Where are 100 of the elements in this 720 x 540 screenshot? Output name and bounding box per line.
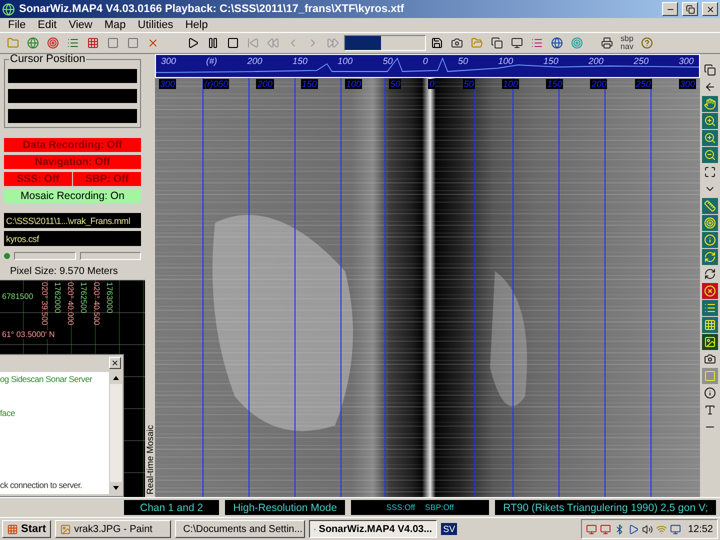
range-label: 250 xyxy=(634,79,652,89)
restore-icon xyxy=(686,4,694,14)
menu-item[interactable]: Edit xyxy=(32,19,63,31)
range-label: 250 xyxy=(632,56,650,66)
printer-icon[interactable] xyxy=(601,37,613,49)
range-label: 50 xyxy=(462,79,475,89)
range-label: 100 xyxy=(497,56,514,66)
status-text: SSS:Off xyxy=(386,503,416,512)
range-label: 50 xyxy=(457,56,470,66)
restore-button[interactable] xyxy=(682,2,698,16)
range-label: 300 xyxy=(678,79,696,89)
range-label: (r)050 xyxy=(203,79,230,89)
save-icon[interactable] xyxy=(431,37,443,49)
file-path-field: kyros.csf xyxy=(4,231,141,246)
scroll-up-icon[interactable] xyxy=(113,376,119,380)
scroll-down-icon[interactable] xyxy=(113,486,119,490)
scrollbar[interactable] xyxy=(109,372,122,494)
menu-item[interactable]: View xyxy=(62,19,98,31)
status-indicator: SBP: Off xyxy=(73,172,141,186)
status-indicator: SSS: Off xyxy=(4,172,72,186)
paint-icon xyxy=(60,524,72,534)
network-icon[interactable] xyxy=(600,524,611,534)
close-icon xyxy=(706,4,714,14)
range-label: 200 xyxy=(246,56,264,66)
menu-item[interactable]: Help xyxy=(179,19,214,31)
square-icon[interactable] xyxy=(107,37,119,49)
range-label: 200 xyxy=(256,79,274,89)
log-line: og Sidescan Sonar Server xyxy=(0,374,94,386)
close-icon xyxy=(111,359,119,367)
language-indicator[interactable]: SV xyxy=(441,523,458,535)
copy-icon[interactable] xyxy=(491,37,503,49)
stop-icon[interactable] xyxy=(227,37,239,49)
range-label: 50 xyxy=(389,79,402,89)
range-label: (#) xyxy=(205,56,218,66)
mosaic-tab[interactable]: Real-time Mosaic xyxy=(145,425,155,495)
grid-label: 020° 40.000 xyxy=(66,282,75,326)
start-button[interactable]: Start xyxy=(2,520,52,538)
file-path-field: C:\SSS\2011\1...\vrak_Frans.mml xyxy=(4,213,141,228)
taskbar-button[interactable]: vrak3.JPG - Paint xyxy=(55,520,172,538)
grid-label: 61° 03.5000' N xyxy=(2,330,55,339)
close-icon[interactable] xyxy=(147,37,159,49)
help-icon[interactable] xyxy=(641,37,653,49)
menu-item[interactable]: File xyxy=(2,19,32,31)
range-label: 150 xyxy=(300,79,318,89)
close-button[interactable] xyxy=(109,357,121,369)
target-icon[interactable] xyxy=(47,37,59,49)
camera-icon[interactable] xyxy=(451,37,463,49)
status-text: RT90 (Rikets Triangulering 1990) 2,5 gon V; xyxy=(503,502,708,514)
panel-title: Cursor Position xyxy=(9,54,86,65)
sbp-nav-button[interactable]: sbp nav xyxy=(618,34,636,52)
range-label: 150 xyxy=(542,56,560,66)
pixel-size-label: Pixel Size: 9.570 Meters xyxy=(9,266,119,277)
status-text: SBP:Off xyxy=(425,503,454,512)
range-label: 50 xyxy=(382,56,394,66)
range-label: 0 xyxy=(428,79,436,89)
window-title: SonarWiz.MAP4 V4.03.0166 Playback: C:\SSS\2011\17_frans\XTF\kyros.xtf xyxy=(19,3,406,15)
grid-label: 020° 40.500 xyxy=(92,282,101,326)
speaker-icon[interactable] xyxy=(642,524,653,534)
pause-icon[interactable] xyxy=(207,37,219,49)
clock: 12:52 xyxy=(686,524,713,534)
app-icon xyxy=(2,2,15,16)
range-label: 100 xyxy=(344,79,362,89)
monitor-icon[interactable] xyxy=(670,524,681,534)
status-dot-icon xyxy=(4,253,10,259)
range-label: 300 xyxy=(160,56,178,66)
range-label: 150 xyxy=(291,56,308,66)
close-button[interactable] xyxy=(702,2,718,16)
status-indicator: Mosaic Recording: On xyxy=(4,189,141,203)
network-icon[interactable] xyxy=(586,524,597,534)
taskbar-button[interactable]: C:\Documents and Settin... xyxy=(175,520,306,538)
play-icon[interactable] xyxy=(628,524,639,534)
menu-item[interactable]: Map xyxy=(98,19,132,31)
range-label: 200 xyxy=(587,56,605,66)
play-icon[interactable] xyxy=(187,37,199,49)
status-text: High-Resolution Mode xyxy=(233,502,337,514)
windows-logo-icon xyxy=(7,524,18,534)
grid-label: 1762000 xyxy=(53,282,62,314)
range-label: 200 xyxy=(590,79,608,89)
bluetooth-icon[interactable] xyxy=(614,524,625,534)
grid-label: 020° 39.500 xyxy=(40,282,49,326)
range-label: 100 xyxy=(502,79,519,89)
grid-icon[interactable] xyxy=(87,37,99,49)
range-label: 300 xyxy=(678,56,695,66)
range-label: 150 xyxy=(546,79,564,89)
grid-label: 1762500 xyxy=(79,282,88,314)
status-indicator: Data Recording: Off xyxy=(4,138,141,152)
range-label: 100 xyxy=(336,56,354,66)
grid-label: 1763000 xyxy=(105,282,114,314)
grid-label: 6781500 xyxy=(2,292,34,301)
monitor-icon[interactable] xyxy=(511,37,523,49)
status-indicator: Navigation: Off xyxy=(4,155,141,169)
range-label: 0 xyxy=(422,56,429,66)
square-icon[interactable] xyxy=(127,37,139,49)
menu-item[interactable]: Utilities xyxy=(132,19,180,31)
playback-speed-slider[interactable] xyxy=(344,35,426,51)
log-line: ck connection to server. xyxy=(0,480,84,492)
status-text: Chan 1 and 2 xyxy=(140,502,204,514)
range-label: 300 xyxy=(159,79,176,89)
taskbar-button[interactable]: SonarWiz.MAP4 V4.03... xyxy=(309,520,438,538)
minimize-button[interactable] xyxy=(662,2,678,16)
